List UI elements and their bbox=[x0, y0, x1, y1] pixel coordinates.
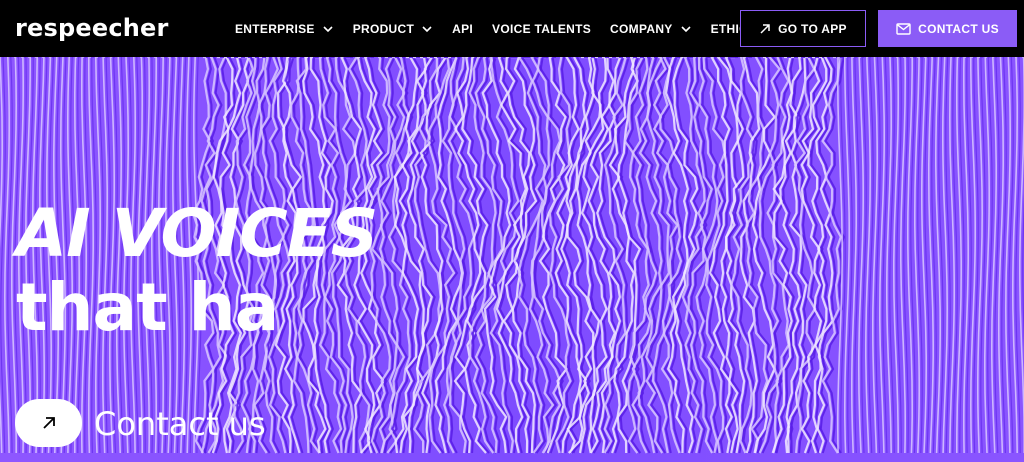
nav-item-voice-talents[interactable]: VOICE TALENTS bbox=[492, 22, 591, 36]
headline-line-2: that ha bbox=[16, 269, 279, 346]
nav-item-api[interactable]: API bbox=[452, 22, 473, 36]
go-to-app-label: GO TO APP bbox=[778, 21, 847, 36]
nav-item-label: API bbox=[452, 21, 474, 36]
nav-item-enterprise[interactable]: ENTERPRISE bbox=[235, 22, 334, 36]
contact-cta-button[interactable] bbox=[15, 399, 82, 447]
hero-headline: AI VOICES that ha bbox=[16, 195, 378, 346]
nav-item-label: VOICE TALENTS bbox=[492, 21, 592, 36]
nav-item-product[interactable]: PRODUCT bbox=[353, 22, 433, 36]
chevron-down-icon bbox=[323, 25, 333, 32]
arrow-up-right-icon bbox=[42, 417, 55, 429]
hero-section: AI VOICES that ha Contact us bbox=[0, 57, 1024, 462]
chevron-down-icon bbox=[681, 25, 691, 32]
headline-line-1: AI VOICES bbox=[16, 195, 378, 272]
site-header: respeecher ENTERPRISE PRODUCT API VOICE … bbox=[0, 0, 1024, 57]
contact-us-label: CONTACT US bbox=[918, 21, 999, 36]
go-to-app-button[interactable]: GO TO APP bbox=[740, 10, 866, 47]
mail-icon bbox=[896, 22, 911, 35]
brand-logo[interactable]: respeecher bbox=[15, 14, 169, 42]
contact-us-button[interactable]: CONTACT US bbox=[878, 10, 1017, 47]
arrow-up-right-icon bbox=[760, 23, 770, 34]
nav-item-label: PRODUCT bbox=[352, 21, 415, 36]
nav-item-company[interactable]: COMPANY bbox=[610, 22, 692, 36]
contact-cta-link[interactable]: Contact us bbox=[94, 405, 266, 443]
chevron-down-icon bbox=[422, 25, 432, 32]
main-nav: ENTERPRISE PRODUCT API VOICE TALENTS COM… bbox=[235, 0, 775, 57]
nav-item-label: ENTERPRISE bbox=[235, 21, 315, 36]
nav-item-label: COMPANY bbox=[610, 21, 673, 36]
